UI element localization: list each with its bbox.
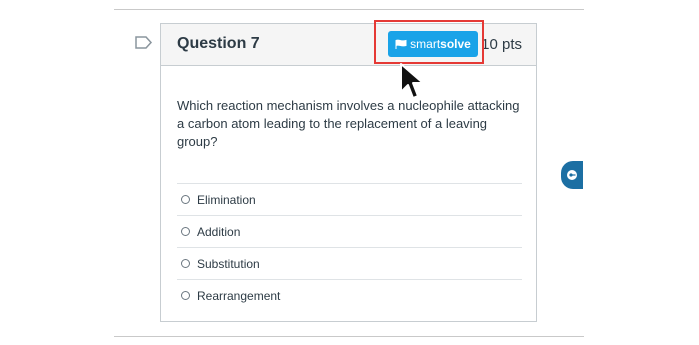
- question-points: 10 pts: [481, 36, 522, 53]
- answer-list: Elimination Addition Substitution Rearra…: [177, 183, 522, 311]
- bottom-divider: [114, 336, 584, 337]
- answer-option-substitution[interactable]: Substitution: [177, 247, 522, 279]
- radio-button[interactable]: [181, 227, 190, 236]
- radio-button[interactable]: [181, 195, 190, 204]
- mouse-cursor-icon: [400, 63, 424, 99]
- question-text: Which reaction mechanism involves a nucl…: [177, 98, 520, 149]
- quiz-page: Question 7 10 pts smart solve Which react…: [0, 0, 699, 345]
- side-tab-button[interactable]: [561, 161, 583, 189]
- key-icon: [567, 170, 577, 180]
- smartsolve-flag-icon: [395, 39, 407, 49]
- answer-option-addition[interactable]: Addition: [177, 215, 522, 247]
- smartsolve-button[interactable]: smart solve: [388, 31, 478, 57]
- answer-label: Substitution: [197, 256, 260, 271]
- smartsolve-label-light: smart: [410, 37, 441, 51]
- answer-label: Addition: [197, 224, 241, 239]
- smartsolve-label-bold: solve: [440, 37, 471, 51]
- top-divider: [114, 9, 584, 10]
- answer-option-elimination[interactable]: Elimination: [177, 183, 522, 215]
- radio-button[interactable]: [181, 291, 190, 300]
- question-card: Question 7 10 pts smart solve Which react…: [160, 20, 537, 322]
- flag-outline-icon[interactable]: [135, 36, 153, 49]
- answer-label: Rearrangement: [197, 288, 281, 303]
- answer-option-rearrangement[interactable]: Rearrangement: [177, 279, 522, 311]
- question-title: Question 7: [177, 35, 260, 52]
- radio-button[interactable]: [181, 259, 190, 268]
- answer-label: Elimination: [197, 192, 256, 207]
